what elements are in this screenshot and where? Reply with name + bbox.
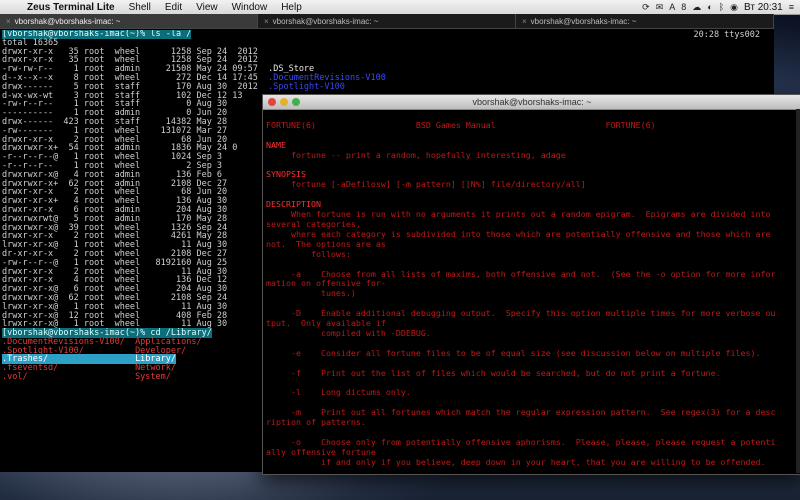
menu-bar: Zeus Terminal Lite Shell Edit View Windo… bbox=[0, 0, 800, 15]
man-line: ription of patterns. bbox=[266, 417, 366, 428]
input-source-icon[interactable]: A bbox=[669, 2, 675, 12]
completion-item[interactable]: .vol/ bbox=[2, 372, 135, 382]
man-line bbox=[266, 260, 798, 270]
file-name: .Spotlight-V100 bbox=[268, 81, 345, 92]
terminal-tab-3[interactable]: × vborshak@vborshaks-imac: ~ bbox=[516, 14, 774, 28]
menu-clock[interactable]: Вт 20:31 bbox=[744, 2, 783, 13]
tab-close-icon[interactable]: × bbox=[522, 17, 527, 26]
man-line: -e Consider all fortune files to be of e… bbox=[266, 347, 761, 358]
man-line: -f Print out the list of files which wou… bbox=[266, 367, 721, 378]
time-machine-icon[interactable]: ◐ bbox=[707, 2, 712, 12]
terminal-tab-2[interactable]: × vborshak@vborshaks-imac: ~ bbox=[258, 14, 516, 28]
window-title: vborshak@vborshaks-imac: ~ bbox=[472, 97, 592, 107]
man-line: follows: bbox=[266, 248, 351, 259]
man-line: compiled with -DDEBUG. bbox=[266, 327, 431, 338]
menu-help[interactable]: Help bbox=[274, 2, 309, 13]
menu-app-name[interactable]: Zeus Terminal Lite bbox=[20, 2, 122, 13]
terminal-tab-1[interactable]: × vborshak@vborshaks-imac: ~ bbox=[0, 14, 258, 28]
zoom-window-button[interactable] bbox=[292, 98, 300, 106]
man-line: fortune [-aDefilosw] [-m pattern] [[N%] … bbox=[266, 179, 586, 190]
minimize-window-button[interactable] bbox=[280, 98, 288, 106]
man-line: -l Long dictums only. bbox=[266, 387, 411, 398]
tab-close-icon[interactable]: × bbox=[264, 17, 269, 26]
mail-icon[interactable]: ✉ bbox=[656, 2, 664, 13]
man-line bbox=[266, 190, 798, 200]
scrollbar-track[interactable] bbox=[796, 109, 800, 473]
menu-edit[interactable]: Edit bbox=[158, 2, 189, 13]
spotlight-menu-icon[interactable]: ≡ bbox=[789, 2, 794, 12]
menu-window[interactable]: Window bbox=[225, 2, 275, 13]
man-line: tunes.) bbox=[266, 288, 356, 299]
volume-icon[interactable]: ◉ bbox=[730, 2, 738, 13]
man-line: fortune -- print a random, hopefully int… bbox=[266, 149, 566, 160]
man-page-output[interactable]: FORTUNE(6) BSD Games Manual FORTUNE(6) N… bbox=[266, 111, 798, 471]
window-titlebar[interactable]: vborshak@vborshaks-imac: ~ bbox=[263, 95, 800, 110]
sync-icon[interactable]: ⟳ bbox=[642, 2, 650, 13]
tab-close-icon[interactable]: × bbox=[6, 17, 11, 26]
menu-view[interactable]: View bbox=[189, 2, 225, 13]
close-window-button[interactable] bbox=[268, 98, 276, 106]
tab-label: vborshak@vborshaks-imac: ~ bbox=[272, 16, 379, 26]
menu-shell[interactable]: Shell bbox=[122, 2, 158, 13]
tab-label: vborshak@vborshaks-imac: ~ bbox=[14, 16, 121, 26]
foreground-terminal-window[interactable]: vborshak@vborshaks-imac: ~ FORTUNE(6) BS… bbox=[262, 94, 800, 475]
badge-count[interactable]: 8 bbox=[681, 2, 686, 12]
completion-item[interactable]: System/ bbox=[135, 372, 171, 382]
tab-label: vborshak@vborshaks-imac: ~ bbox=[530, 16, 637, 26]
man-line bbox=[266, 161, 798, 171]
terminal-tab-bar: × vborshak@vborshaks-imac: ~ × vborshak@vb… bbox=[0, 14, 774, 29]
prompt-line: [vborshak@vborshaks-imac(~)% ls -la / bbox=[2, 30, 774, 39]
cloud-icon[interactable]: ☁ bbox=[692, 2, 701, 13]
status-area: ⟳ ✉ A 8 ☁ ◐ ᛒ ◉ Вт 20:31 ≡ bbox=[642, 2, 800, 13]
man-line bbox=[266, 131, 798, 141]
traffic-lights bbox=[268, 98, 300, 106]
bluetooth-icon[interactable]: ᛒ bbox=[719, 2, 724, 12]
man-line: if and only if you believe, deep down in… bbox=[266, 456, 766, 467]
man-line bbox=[266, 468, 798, 471]
man-line: FORTUNE(6) BSD Games Manual FORTUNE(6) bbox=[266, 119, 656, 130]
